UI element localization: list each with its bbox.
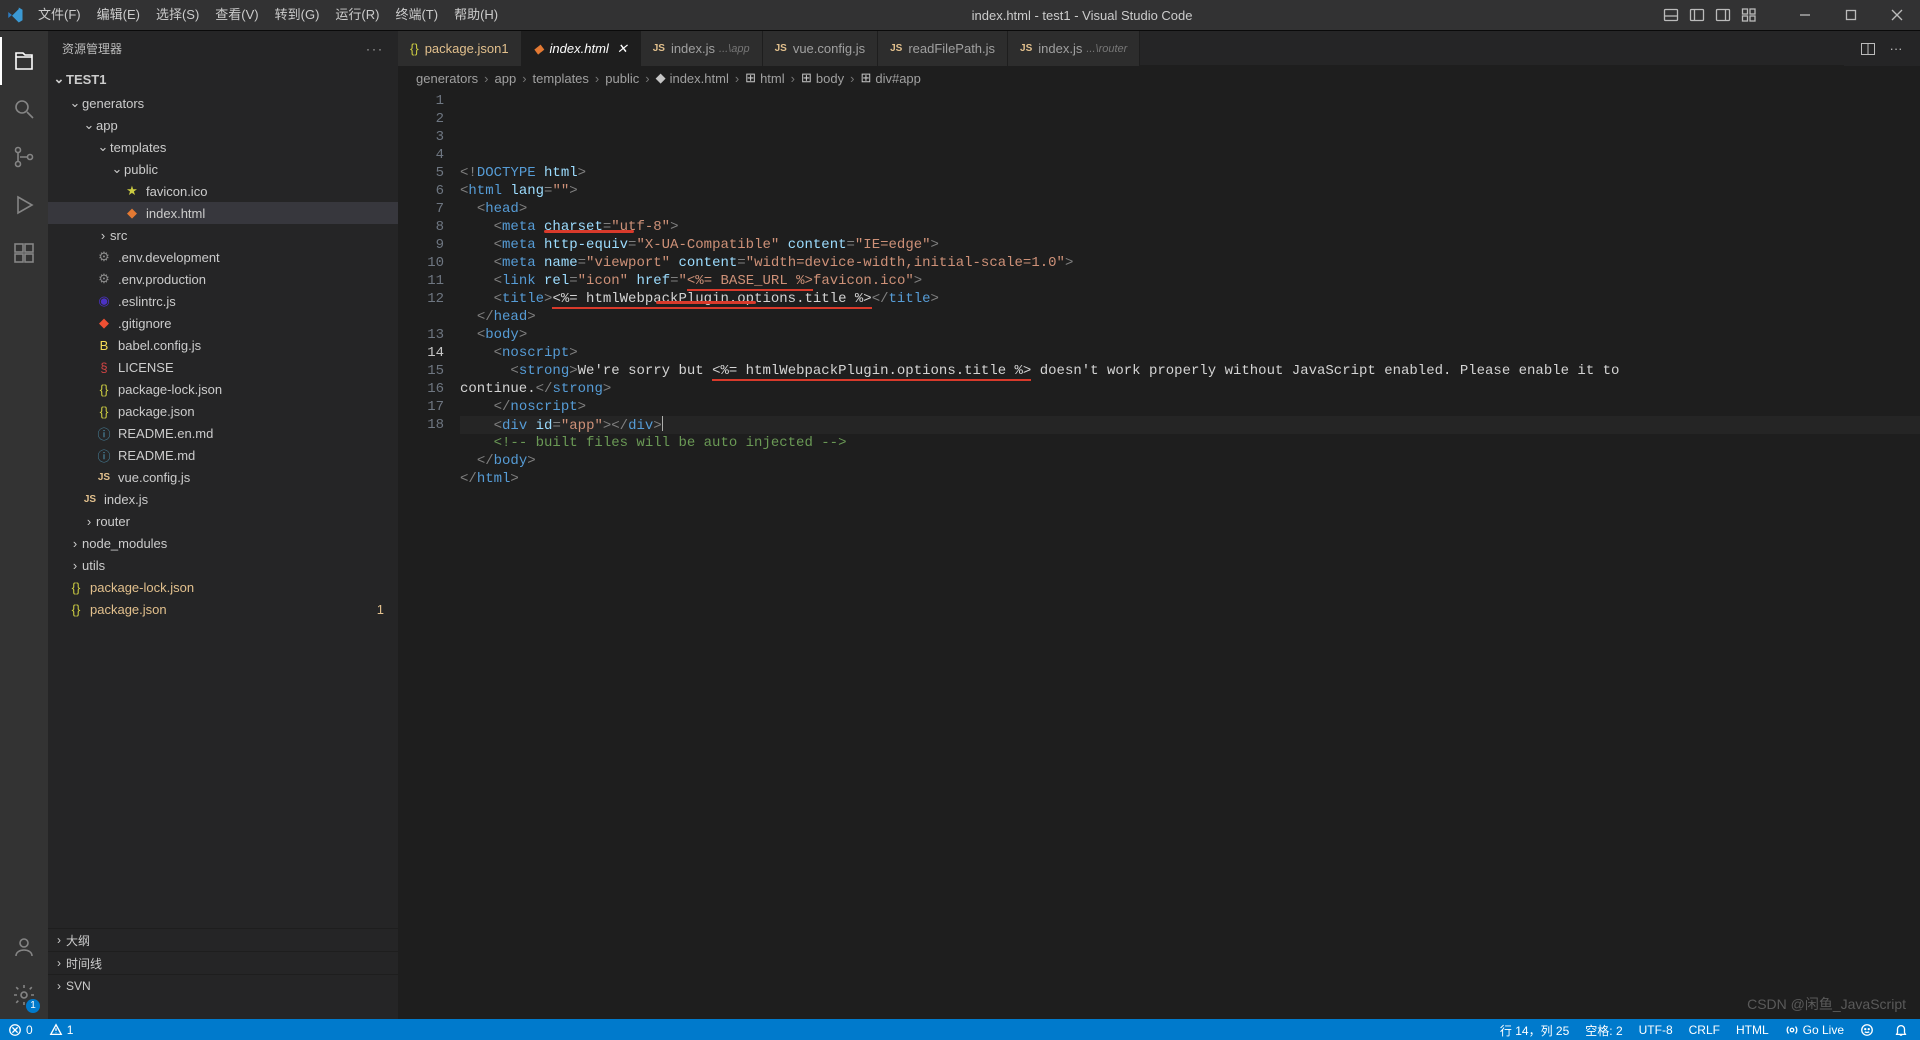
status-feedback-icon[interactable] — [1852, 1019, 1886, 1040]
breadcrumb-seg[interactable]: ⊞html — [745, 70, 784, 86]
main-menu: 文件(F)编辑(E)选择(S)查看(V)转到(G)运行(R)终端(T)帮助(H) — [30, 0, 506, 30]
breadcrumb-seg[interactable]: public — [605, 71, 639, 86]
maximize-button[interactable] — [1828, 0, 1874, 30]
vscode-icon — [0, 6, 30, 24]
tree-folder[interactable]: ⌄generators — [48, 92, 398, 114]
customize-layout-icon[interactable] — [1736, 0, 1762, 30]
status-warnings[interactable]: 1 — [41, 1019, 82, 1040]
status-eol[interactable]: CRLF — [1681, 1019, 1728, 1040]
tree-file[interactable]: ★favicon.ico — [48, 180, 398, 202]
menu-item[interactable]: 运行(R) — [327, 0, 387, 30]
tree-file[interactable]: ⓘREADME.md — [48, 444, 398, 466]
menu-item[interactable]: 帮助(H) — [446, 0, 506, 30]
sidebar-more-icon[interactable]: ··· — [366, 42, 384, 56]
toggle-sidebar-right-icon[interactable] — [1710, 0, 1736, 30]
breadcrumb-seg[interactable]: templates — [533, 71, 589, 86]
title-bar: 文件(F)编辑(E)选择(S)查看(V)转到(G)运行(R)终端(T)帮助(H)… — [0, 0, 1920, 31]
status-golive[interactable]: Go Live — [1777, 1019, 1852, 1040]
menu-item[interactable]: 选择(S) — [148, 0, 207, 30]
code-editor[interactable]: 123456789101112131415161718 <!DOCTYPE ht… — [398, 90, 1920, 506]
breadcrumb-seg[interactable]: ⊞div#app — [860, 70, 920, 86]
file-tree: ⌄generators⌄app⌄templates⌄public★favicon… — [48, 92, 398, 620]
tree-file[interactable]: Bbabel.config.js — [48, 334, 398, 356]
editor-tabs: {} package.json 1◆ index.html✕JS index.j… — [398, 31, 1920, 66]
tree-file[interactable]: ◆.gitignore — [48, 312, 398, 334]
tree-folder[interactable]: ›router — [48, 510, 398, 532]
tree-file[interactable]: {}package-lock.json — [48, 576, 398, 598]
close-icon[interactable]: ✕ — [617, 41, 628, 57]
toggle-sidebar-left-icon[interactable] — [1684, 0, 1710, 30]
activity-extensions-icon[interactable] — [0, 229, 48, 277]
tree-file[interactable]: ◉.eslintrc.js — [48, 290, 398, 312]
status-notifications-icon[interactable] — [1886, 1019, 1920, 1040]
tree-folder[interactable]: ⌄app — [48, 114, 398, 136]
tree-file[interactable]: ⚙.env.production — [48, 268, 398, 290]
tree-folder[interactable]: ⌄public — [48, 158, 398, 180]
menu-item[interactable]: 查看(V) — [207, 0, 266, 30]
window-title: index.html - test1 - Visual Studio Code — [506, 8, 1658, 23]
explorer-root[interactable]: ⌄TEST1 — [48, 66, 398, 92]
editor-tab[interactable]: JS vue.config.js — [763, 31, 879, 66]
editor-tab[interactable]: JS index.js...\app — [641, 31, 763, 66]
editor-tab[interactable]: JS readFilePath.js — [878, 31, 1008, 66]
activity-scm-icon[interactable] — [0, 133, 48, 181]
menu-item[interactable]: 编辑(E) — [89, 0, 148, 30]
breadcrumb-seg[interactable]: ⊞body — [801, 70, 844, 86]
tree-folder[interactable]: ›node_modules — [48, 532, 398, 554]
tab-more-icon[interactable]: ··· — [1882, 41, 1910, 56]
explorer-sidebar: 资源管理器 ··· ⌄TEST1 ⌄generators⌄app⌄templat… — [48, 31, 398, 1019]
tree-file[interactable]: {}package.json1 — [48, 598, 398, 620]
tree-file[interactable]: §LICENSE — [48, 356, 398, 378]
status-encoding[interactable]: UTF-8 — [1631, 1019, 1681, 1040]
activity-debug-icon[interactable] — [0, 181, 48, 229]
tree-file[interactable]: ⓘREADME.en.md — [48, 422, 398, 444]
editor-area: {} package.json 1◆ index.html✕JS index.j… — [398, 31, 1920, 1019]
tree-folder[interactable]: ⌄templates — [48, 136, 398, 158]
tree-folder[interactable]: ›utils — [48, 554, 398, 576]
editor-tab[interactable]: JS index.js...\router — [1008, 31, 1140, 66]
minimize-button[interactable] — [1782, 0, 1828, 30]
status-cursor[interactable]: 行 14，列 25 — [1492, 1019, 1577, 1040]
split-editor-icon[interactable] — [1854, 41, 1882, 57]
status-bar: 0 1 行 14，列 25 空格: 2 UTF-8 CRLF HTML Go L… — [0, 1019, 1920, 1040]
breadcrumb-seg[interactable]: generators — [416, 71, 478, 86]
breadcrumb-seg[interactable]: ◆index.html — [656, 70, 729, 86]
menu-item[interactable]: 文件(F) — [30, 0, 89, 30]
status-lang[interactable]: HTML — [1728, 1019, 1777, 1040]
tree-folder[interactable]: ›src — [48, 224, 398, 246]
editor-tab[interactable]: ◆ index.html✕ — [522, 31, 641, 66]
editor-tab[interactable]: {} package.json 1 — [398, 31, 522, 66]
tree-file[interactable]: ◆index.html — [48, 202, 398, 224]
toggle-panel-icon[interactable] — [1658, 0, 1684, 30]
sidebar-section[interactable]: › 时间线 — [48, 951, 398, 974]
tree-file[interactable]: {}package-lock.json — [48, 378, 398, 400]
breadcrumbs[interactable]: generators›app›templates›public›◆index.h… — [398, 66, 1920, 90]
activity-account-icon[interactable] — [0, 923, 48, 971]
menu-item[interactable]: 转到(G) — [267, 0, 328, 30]
tree-file[interactable]: JSindex.js — [48, 488, 398, 510]
activity-search-icon[interactable] — [0, 85, 48, 133]
activity-bar: 1 — [0, 31, 48, 1019]
activity-explorer-icon[interactable] — [0, 37, 48, 85]
sidebar-title: 资源管理器 — [62, 40, 122, 57]
manage-badge: 1 — [26, 999, 40, 1013]
sidebar-section[interactable]: › SVN — [48, 974, 398, 997]
tree-file[interactable]: ⚙.env.development — [48, 246, 398, 268]
menu-item[interactable]: 终端(T) — [387, 0, 446, 30]
breadcrumb-seg[interactable]: app — [495, 71, 517, 86]
tree-file[interactable]: JSvue.config.js — [48, 466, 398, 488]
sidebar-section[interactable]: › 大纲 — [48, 928, 398, 951]
tree-file[interactable]: {}package.json — [48, 400, 398, 422]
activity-manage-icon[interactable]: 1 — [0, 971, 48, 1019]
close-button[interactable] — [1874, 0, 1920, 30]
status-spaces[interactable]: 空格: 2 — [1577, 1019, 1630, 1040]
status-errors[interactable]: 0 — [0, 1019, 41, 1040]
